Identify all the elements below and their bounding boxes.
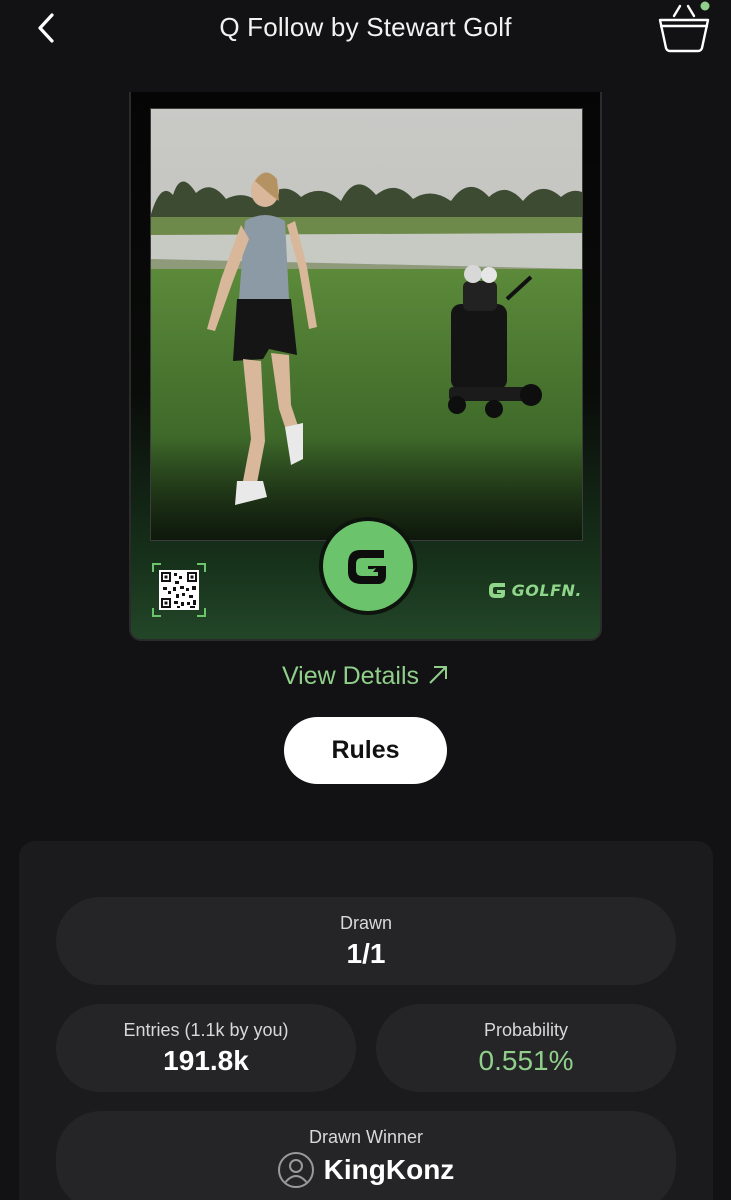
drawn-winner-stat[interactable]: Drawn Winner KingKonz — [56, 1111, 676, 1200]
entries-label: Entries (1.1k by you) — [123, 1020, 289, 1040]
stats-panel: Drawn 1/1 Entries (1.1k by you) 191.8k P… — [19, 841, 713, 1200]
drawn-label: Drawn — [339, 913, 392, 933]
cart-button[interactable] — [652, 0, 716, 56]
user-icon — [282, 1159, 309, 1185]
prize-card[interactable]: GOLFN. — [129, 92, 602, 641]
notification-dot — [700, 1, 710, 11]
golfn-small-g-icon — [488, 583, 505, 598]
prize-photo — [150, 108, 583, 541]
qr-code — [151, 562, 207, 618]
entries-value: 191.8k — [163, 1045, 249, 1076]
golfn-logo-badge — [319, 517, 417, 615]
arrow-up-right-icon — [427, 664, 449, 693]
probability-stat: Probability 0.551% — [376, 1004, 676, 1092]
basket-icon — [658, 1, 710, 53]
avatar[interactable] — [277, 1152, 314, 1188]
probability-value: 0.551% — [478, 1045, 574, 1076]
brand-text: GOLFN. — [511, 580, 582, 600]
entries-stat: Entries (1.1k by you) 191.8k — [56, 1004, 356, 1092]
drawn-value: 1/1 — [346, 938, 386, 969]
drawn-stat: Drawn 1/1 — [56, 897, 676, 985]
golfn-brand-logo: GOLFN. — [486, 578, 582, 602]
winner-label: Drawn Winner — [308, 1127, 424, 1147]
page-title: Q Follow by Stewart Golf — [219, 12, 512, 42]
probability-label: Probability — [483, 1020, 569, 1040]
top-bar: Q Follow by Stewart Golf — [0, 0, 731, 60]
golf-course-photo — [151, 109, 582, 540]
rules-button[interactable]: Rules — [284, 717, 447, 784]
golfn-g-icon — [348, 550, 386, 584]
view-details-link[interactable]: View Details — [0, 662, 731, 693]
winner-name[interactable]: KingKonz — [324, 1154, 455, 1186]
view-details-label: View Details — [281, 662, 420, 690]
